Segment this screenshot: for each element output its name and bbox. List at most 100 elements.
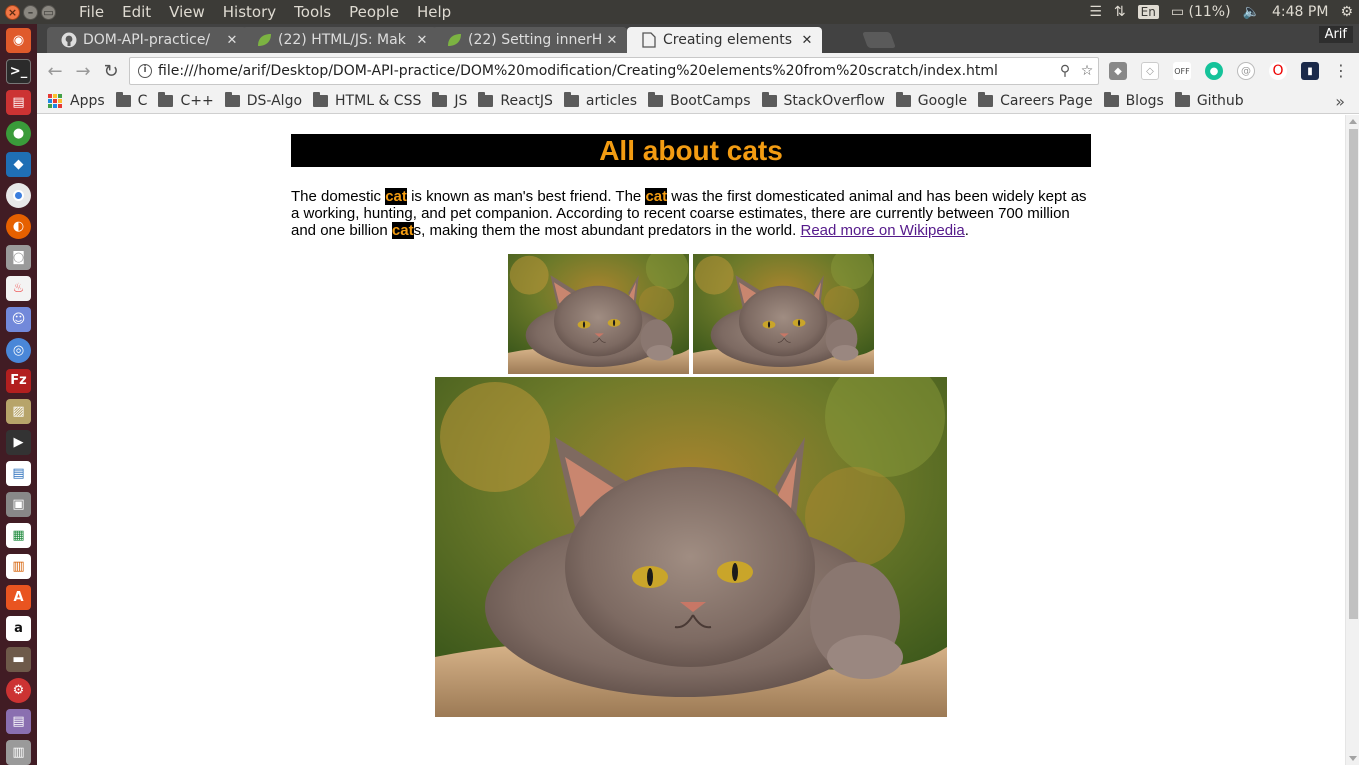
page-scrollbar[interactable] (1345, 115, 1359, 765)
info-icon[interactable]: i (138, 64, 152, 78)
scroll-up-arrow-icon[interactable] (1349, 119, 1357, 124)
writer-icon[interactable]: ▤ (6, 461, 31, 487)
tab-setting-innerhtml[interactable]: (22) Setting innerH ✕ (432, 27, 627, 53)
folder-icon (224, 92, 240, 107)
leaf-icon (446, 32, 462, 48)
opera-icon[interactable]: O (1269, 62, 1287, 80)
github-icon (61, 32, 77, 48)
bookmark-folder-reactjs[interactable]: ReactJS (478, 92, 553, 109)
settings-gear-icon[interactable]: ⚙ (1340, 4, 1353, 20)
bookmark-folder-careers-page[interactable]: Careers Page (978, 92, 1093, 109)
grammarly-icon[interactable]: ● (1205, 62, 1223, 80)
scroll-thumb[interactable] (1349, 129, 1358, 619)
chrome-menu-icon[interactable]: ⋮ (1333, 61, 1349, 80)
firefox-icon[interactable]: ◐ (6, 213, 31, 239)
address-bar[interactable]: i file:///home/arif/Desktop/DOM-API-prac… (129, 57, 1099, 85)
java-icon[interactable]: ♨ (6, 275, 31, 301)
bookmark-folder-cpp[interactable]: C++ (158, 92, 214, 109)
close-tab-icon[interactable]: ✕ (413, 33, 431, 48)
files-icon[interactable]: ▤ (6, 89, 31, 115)
calc-icon[interactable]: ▦ (6, 523, 31, 549)
bookmark-folder-stackoverflow[interactable]: StackOverflow (761, 92, 885, 109)
menu-people[interactable]: People (340, 3, 408, 21)
extension-dark-icon[interactable]: ▮ (1301, 62, 1319, 80)
network-icon[interactable]: ⇅ (1114, 4, 1126, 20)
bookmark-folder-html-css[interactable]: HTML & CSS (313, 92, 421, 109)
forward-arrow-icon[interactable]: → (69, 61, 97, 82)
camera-icon[interactable]: ◙ (6, 244, 31, 270)
bookmarks-bar: Apps C C++ DS-Algo HTML & CSS JS ReactJS… (37, 89, 1359, 114)
reload-icon[interactable]: ↻ (97, 61, 125, 82)
extension-layers-icon[interactable]: ◆ (1109, 62, 1127, 80)
bookmark-label: Blogs (1125, 93, 1164, 109)
software-center-icon[interactable]: A (6, 585, 31, 611)
trash-icon[interactable]: ▥ (6, 739, 31, 765)
back-arrow-icon[interactable]: ← (41, 61, 69, 82)
bookmark-label: StackOverflow (783, 93, 885, 109)
close-window-button[interactable]: × (5, 4, 20, 20)
amazon-icon[interactable]: a (6, 616, 31, 642)
drive-icon[interactable]: ▬ (6, 647, 31, 673)
scroll-down-arrow-icon[interactable] (1349, 756, 1357, 761)
tab-html-js[interactable]: (22) HTML/JS: Mak ✕ (242, 27, 437, 53)
menu-edit[interactable]: Edit (113, 3, 160, 21)
extension-diamond-icon[interactable]: ◇ (1141, 62, 1159, 80)
extension-at-icon[interactable]: @ (1237, 62, 1255, 80)
screenshot-icon[interactable]: ▣ (6, 492, 31, 518)
bookmark-apps[interactable]: Apps (48, 93, 105, 109)
maximize-window-button[interactable]: ▭ (41, 4, 56, 20)
bookmark-folder-articles[interactable]: articles (563, 92, 638, 109)
bookmark-star-icon[interactable]: ☆ (1076, 63, 1098, 79)
vscode-icon[interactable]: ◆ (6, 151, 31, 177)
terminal-icon[interactable]: >_ (6, 58, 31, 84)
minimize-window-button[interactable]: – (23, 4, 38, 20)
tab-dom-api-practice[interactable]: DOM-API-practice/ ✕ (47, 27, 247, 53)
filezilla-icon[interactable]: Fz (6, 368, 31, 394)
system-settings-icon[interactable]: ⚙ (6, 678, 31, 703)
battery-icon: ▭ (1170, 4, 1185, 20)
maps-icon[interactable]: ● (6, 120, 31, 146)
bookmark-folder-blogs[interactable]: Blogs (1103, 92, 1164, 109)
bookmarks-overflow-chevron-icon[interactable]: » (1335, 92, 1345, 111)
close-tab-icon[interactable]: ✕ (223, 33, 241, 48)
bookmark-folder-bootcamps[interactable]: BootCamps (648, 92, 751, 109)
bookmark-folder-ds-algo[interactable]: DS-Algo (224, 92, 302, 109)
url-text[interactable]: file:///home/arif/Desktop/DOM-API-practi… (158, 63, 1054, 79)
close-tab-icon[interactable]: ✕ (603, 33, 621, 48)
cat-image-large (435, 377, 947, 717)
menu-help[interactable]: Help (408, 3, 460, 21)
bookmark-folder-c[interactable]: C (115, 92, 147, 109)
image-viewer-icon[interactable]: ▨ (6, 399, 31, 425)
zoom-icon[interactable]: ⚲ (1054, 63, 1076, 79)
chromium-icon[interactable]: ◎ (6, 337, 31, 363)
wikipedia-link[interactable]: Read more on Wikipedia (800, 222, 964, 239)
menu-tools[interactable]: Tools (285, 3, 340, 21)
clock[interactable]: 4:48 PM (1272, 4, 1328, 20)
dash-icon[interactable]: ◉ (6, 28, 31, 53)
discord-icon[interactable]: ☺ (6, 306, 31, 332)
page-icon (641, 32, 657, 48)
bookmark-folder-google[interactable]: Google (895, 92, 967, 109)
leaf-icon (256, 32, 272, 48)
impress-icon[interactable]: ▥ (6, 554, 31, 580)
bookmark-label: articles (585, 93, 638, 109)
workspace-switcher-icon[interactable]: ▤ (6, 708, 31, 734)
folder-icon (978, 92, 994, 107)
menu-history[interactable]: History (214, 3, 285, 21)
menu-file[interactable]: File (70, 3, 113, 21)
battery-indicator[interactable]: ▭ (11%) (1171, 4, 1231, 20)
menu-view[interactable]: View (160, 3, 214, 21)
new-tab-button[interactable] (862, 32, 896, 48)
extension-off-icon[interactable]: OFF (1173, 62, 1191, 80)
keyboard-layout-indicator[interactable]: En (1137, 5, 1159, 19)
messaging-icon[interactable]: ☰ (1089, 4, 1102, 20)
bookmark-folder-github[interactable]: Github (1174, 92, 1244, 109)
folder-icon (563, 92, 579, 107)
bookmark-folder-js[interactable]: JS (432, 92, 467, 109)
tab-creating-elements[interactable]: Creating elements ✕ (627, 27, 822, 53)
close-tab-icon[interactable]: ✕ (798, 33, 816, 48)
chrome-icon[interactable] (6, 182, 31, 208)
video-icon[interactable]: ▶ (6, 430, 31, 456)
profile-button[interactable]: Arif (1318, 26, 1353, 43)
volume-icon[interactable]: 🔈 (1243, 4, 1260, 20)
